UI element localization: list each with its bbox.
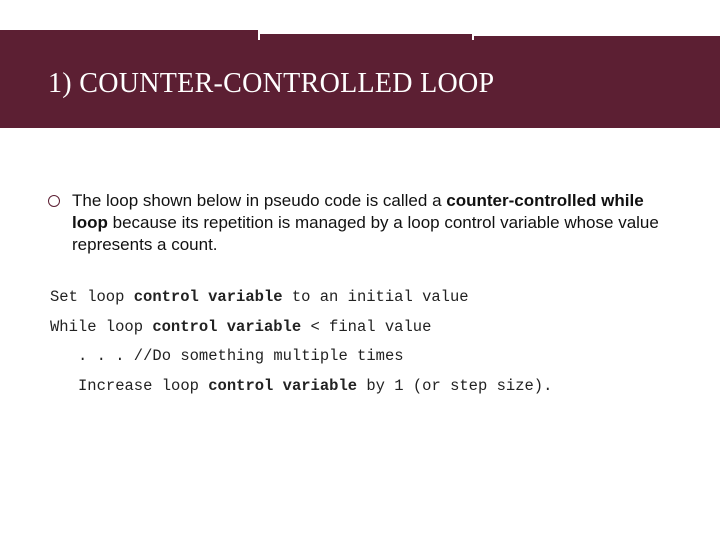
code-text: to an initial value <box>283 288 469 306</box>
code-text: Increase loop <box>78 377 208 395</box>
code-text: Set loop <box>50 288 134 306</box>
slide-title: 1) COUNTER-CONTROLLED LOOP <box>48 68 680 100</box>
code-text: . . . //Do something multiple times <box>50 342 404 371</box>
hollow-circle-icon <box>48 195 60 207</box>
code-line: While loop control variable < final valu… <box>50 313 672 342</box>
bullet-text: The loop shown below in pseudo code is c… <box>72 190 672 255</box>
title-band: 1) COUNTER-CONTROLLED LOOP <box>0 40 720 128</box>
code-text: < final value <box>301 318 431 336</box>
code-text: Increase loop control variable by 1 (or … <box>50 372 552 401</box>
decorative-segment <box>0 30 258 40</box>
code-line: . . . //Do something multiple times <box>50 342 672 371</box>
decorative-top-bar <box>0 0 720 40</box>
code-line: Set loop control variable to an initial … <box>50 283 672 312</box>
bullet-item: The loop shown below in pseudo code is c… <box>48 190 672 255</box>
code-text: by 1 (or step size). <box>357 377 552 395</box>
code-text: While loop <box>50 318 152 336</box>
code-bold: control variable <box>134 288 283 306</box>
code-line: Increase loop control variable by 1 (or … <box>50 372 672 401</box>
bullet-text-pre: The loop shown below in pseudo code is c… <box>72 191 446 210</box>
bullet-text-post: because its repetition is managed by a l… <box>72 213 659 254</box>
slide-body: The loop shown below in pseudo code is c… <box>48 190 672 401</box>
pseudocode-block: Set loop control variable to an initial … <box>50 283 672 401</box>
code-bold: control variable <box>208 377 357 395</box>
code-bold: control variable <box>152 318 301 336</box>
